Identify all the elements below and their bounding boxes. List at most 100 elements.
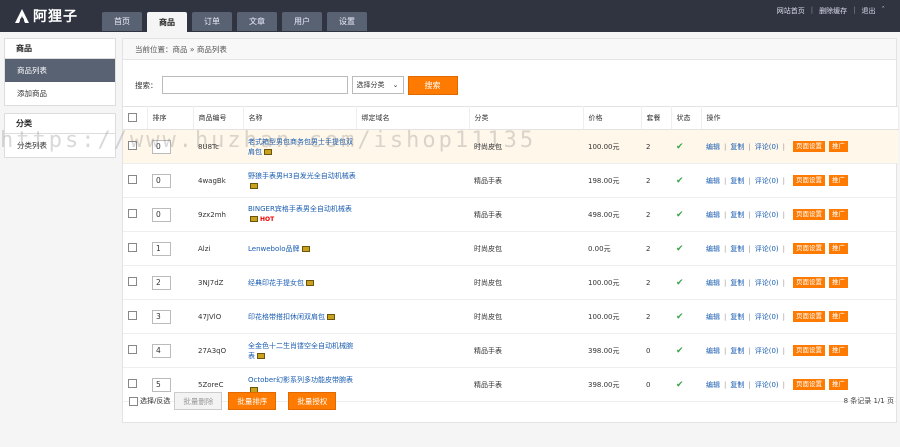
- sidebar-item[interactable]: 商品列表: [5, 59, 115, 82]
- copy-link[interactable]: 复制: [730, 380, 744, 390]
- category-select[interactable]: 选择分类 ⌄: [351, 76, 404, 94]
- edit-link[interactable]: 编辑: [706, 176, 720, 186]
- sort-input[interactable]: 2: [152, 275, 171, 290]
- brand-logo[interactable]: 阿狸子: [14, 6, 78, 26]
- check-icon[interactable]: ✔: [676, 210, 684, 220]
- page-settings-button[interactable]: 页面设置: [793, 345, 825, 356]
- nav-tab[interactable]: 用户: [282, 12, 322, 31]
- nav-tab[interactable]: 文章: [237, 12, 277, 31]
- edit-link[interactable]: 编辑: [706, 346, 720, 356]
- page-settings-button[interactable]: 页面设置: [793, 379, 825, 390]
- sort-input[interactable]: 0: [152, 207, 171, 222]
- comments-link[interactable]: 评论(0): [755, 210, 779, 220]
- copy-link[interactable]: 复制: [730, 210, 744, 220]
- comments-link[interactable]: 评论(0): [755, 176, 779, 186]
- edit-link[interactable]: 编辑: [706, 380, 720, 390]
- domain-cell: [356, 197, 469, 232]
- check-icon[interactable]: ✔: [676, 312, 684, 322]
- promote-button[interactable]: 推广: [829, 345, 848, 356]
- logout-link[interactable]: 退出: [862, 6, 876, 16]
- sidebar-item[interactable]: 添加商品: [5, 82, 115, 105]
- comments-link[interactable]: 评论(0): [755, 312, 779, 322]
- row-checkbox[interactable]: [128, 141, 137, 150]
- batch-sort-button[interactable]: 批量排序: [228, 392, 277, 410]
- comments-link[interactable]: 评论(0): [755, 244, 779, 254]
- row-checkbox[interactable]: [128, 379, 137, 388]
- row-checkbox[interactable]: [128, 175, 137, 184]
- nav-tab[interactable]: 设置: [327, 12, 367, 31]
- sort-input[interactable]: 1: [152, 241, 171, 256]
- select-all-checkbox[interactable]: [128, 112, 137, 122]
- edit-link[interactable]: 编辑: [706, 244, 720, 254]
- site-home-link[interactable]: 网站首页: [777, 6, 805, 16]
- row-checkbox[interactable]: [128, 243, 137, 252]
- edit-link[interactable]: 编辑: [706, 210, 720, 220]
- sort-input[interactable]: 4: [152, 343, 171, 358]
- nav-tab[interactable]: 订单: [192, 12, 232, 31]
- batch-auth-button[interactable]: 批量授权: [288, 392, 337, 410]
- search-button[interactable]: 搜索: [407, 75, 458, 95]
- check-icon[interactable]: ✔: [676, 346, 684, 356]
- promote-button[interactable]: 推广: [829, 141, 848, 152]
- promote-button[interactable]: 推广: [829, 277, 848, 288]
- comments-link[interactable]: 评论(0): [755, 142, 779, 152]
- copy-link[interactable]: 复制: [730, 278, 744, 288]
- clear-cache-link[interactable]: 删除缓存: [819, 6, 847, 16]
- promote-button[interactable]: 推广: [829, 379, 848, 390]
- header-select[interactable]: [123, 106, 148, 130]
- page-settings-button[interactable]: 页面设置: [793, 277, 825, 288]
- page-settings-button[interactable]: 页面设置: [793, 141, 825, 152]
- nav-tab[interactable]: 商品: [147, 12, 187, 32]
- row-checkbox[interactable]: [128, 311, 137, 320]
- sort-input[interactable]: 3: [152, 309, 171, 324]
- product-name-link[interactable]: 印花格带搭扣休闲双肩包: [248, 313, 325, 321]
- status-cell: ✔: [671, 265, 701, 300]
- sort-input[interactable]: 0: [152, 173, 171, 188]
- copy-link[interactable]: 复制: [730, 312, 744, 322]
- product-name-link[interactable]: October幻影系列多功能皮带腕表: [248, 376, 353, 384]
- row-checkbox[interactable]: [128, 345, 137, 354]
- promote-button[interactable]: 推广: [829, 243, 848, 254]
- row-checkbox[interactable]: [128, 209, 137, 218]
- page-settings-button[interactable]: 页面设置: [793, 209, 825, 220]
- promote-button[interactable]: 推广: [829, 209, 848, 220]
- batch-delete-button[interactable]: 批量删除: [174, 392, 223, 410]
- logout-icon[interactable]: ˆ: [882, 6, 886, 16]
- product-name-link[interactable]: 野狼手表男H3自发光全自动机械表: [248, 172, 356, 180]
- sort-input[interactable]: 5: [152, 377, 171, 392]
- nav-tab[interactable]: 首页: [102, 12, 142, 31]
- promote-button[interactable]: 推广: [829, 175, 848, 186]
- select-all-label[interactable]: 选择/反选: [140, 396, 170, 406]
- page-settings-button[interactable]: 页面设置: [793, 243, 825, 254]
- check-icon[interactable]: ✔: [676, 244, 684, 254]
- sort-cell: 4: [147, 333, 193, 368]
- check-icon[interactable]: ✔: [676, 142, 684, 152]
- check-icon[interactable]: ✔: [676, 380, 684, 390]
- comments-link[interactable]: 评论(0): [755, 380, 779, 390]
- edit-link[interactable]: 编辑: [706, 142, 720, 152]
- sort-input[interactable]: 0: [152, 139, 171, 154]
- page-settings-button[interactable]: 页面设置: [793, 175, 825, 186]
- sidebar-item[interactable]: 分类列表: [5, 134, 115, 157]
- category-cell: 时尚皮包: [469, 231, 583, 266]
- edit-link[interactable]: 编辑: [706, 312, 720, 322]
- copy-link[interactable]: 复制: [730, 142, 744, 152]
- copy-link[interactable]: 复制: [730, 346, 744, 356]
- product-name-link[interactable]: BINGER宾格手表男全自动机械表: [248, 205, 352, 213]
- check-icon[interactable]: ✔: [676, 278, 684, 288]
- product-name-link[interactable]: 经典印花手提女包: [248, 279, 304, 287]
- comments-link[interactable]: 评论(0): [755, 278, 779, 288]
- check-icon[interactable]: ✔: [676, 176, 684, 186]
- promote-button[interactable]: 推广: [829, 311, 848, 322]
- status-cell: ✔: [671, 129, 701, 164]
- page-settings-button[interactable]: 页面设置: [793, 311, 825, 322]
- copy-link[interactable]: 复制: [730, 176, 744, 186]
- edit-link[interactable]: 编辑: [706, 278, 720, 288]
- footer-select-all-checkbox[interactable]: [129, 396, 138, 406]
- stock-cell: 2: [641, 231, 671, 266]
- row-checkbox[interactable]: [128, 277, 137, 286]
- search-input[interactable]: [161, 76, 348, 94]
- product-name-link[interactable]: Lenwebolo品牌: [248, 245, 300, 253]
- comments-link[interactable]: 评论(0): [755, 346, 779, 356]
- copy-link[interactable]: 复制: [730, 244, 744, 254]
